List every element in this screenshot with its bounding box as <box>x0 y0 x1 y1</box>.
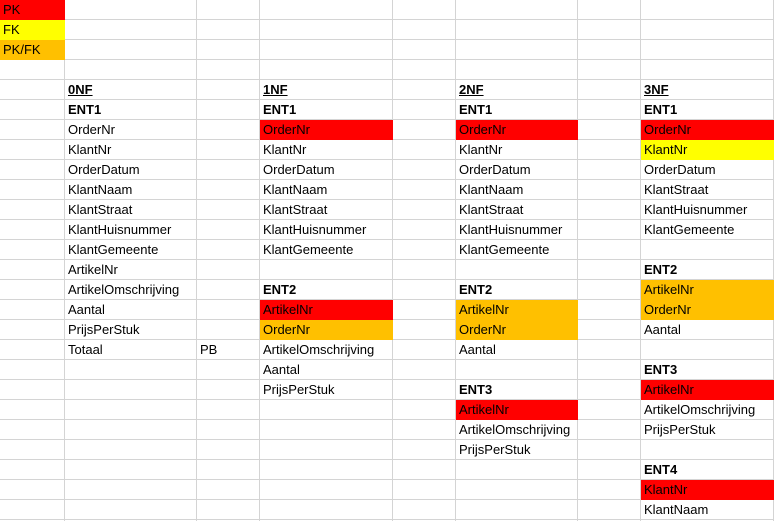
nf3-ent2-field[interactable]: ArtikelNr <box>641 280 774 300</box>
nf3-ent1-field[interactable]: KlantNr <box>641 140 774 160</box>
nf0-field[interactable]: ArtikelOmschrijving <box>65 280 197 300</box>
nf3-ent3-field[interactable]: ArtikelOmschrijving <box>641 400 774 420</box>
nf1-ent2-field[interactable]: ArtikelNr <box>260 300 393 320</box>
nf3-ent3-field[interactable]: ArtikelNr <box>641 380 774 400</box>
nf0-field[interactable]: KlantGemeente <box>65 240 197 260</box>
nf2-ent1-field[interactable]: KlantNaam <box>456 180 578 200</box>
legend-pkfk[interactable]: PK/FK <box>0 40 65 60</box>
nf3-ent1-label[interactable]: ENT1 <box>641 100 774 120</box>
nf1-ent1-field[interactable]: KlantStraat <box>260 200 393 220</box>
spreadsheet-grid[interactable]: PK FK PK/FK 0NF ENT1 OrderNr KlantNr Ord… <box>0 0 774 521</box>
nf1-ent2-field[interactable]: PrijsPerStuk <box>260 380 393 400</box>
nf2-ent2-field[interactable]: OrderNr <box>456 320 578 340</box>
nf2-ent1-field[interactable]: OrderNr <box>456 120 578 140</box>
nf0-field[interactable]: Aantal <box>65 300 197 320</box>
nf2-ent3-label[interactable]: ENT3 <box>456 380 578 400</box>
nf2-ent1-label[interactable]: ENT1 <box>456 100 578 120</box>
nf3-ent1-field[interactable]: OrderNr <box>641 120 774 140</box>
header-3nf[interactable]: 3NF <box>641 80 774 100</box>
nf3-ent3-field[interactable]: PrijsPerStuk <box>641 420 774 440</box>
legend-fk[interactable]: FK <box>0 20 65 40</box>
nf0-field[interactable]: KlantHuisnummer <box>65 220 197 240</box>
nf2-ent3-field[interactable]: PrijsPerStuk <box>456 440 578 460</box>
nf3-ent4-field[interactable]: KlantNaam <box>641 500 774 520</box>
nf2-ent1-field[interactable]: KlantStraat <box>456 200 578 220</box>
nf0-field[interactable]: KlantStraat <box>65 200 197 220</box>
header-1nf[interactable]: 1NF <box>260 80 393 100</box>
nf0-pb-note[interactable]: PB <box>197 340 260 360</box>
nf0-field[interactable]: Totaal <box>65 340 197 360</box>
header-0nf[interactable]: 0NF <box>65 80 197 100</box>
nf2-ent3-field[interactable]: ArtikelOmschrijving <box>456 420 578 440</box>
nf0-field[interactable]: PrijsPerStuk <box>65 320 197 340</box>
nf3-ent1-field[interactable]: KlantGemeente <box>641 220 774 240</box>
nf2-ent3-field[interactable]: ArtikelNr <box>456 400 578 420</box>
nf3-ent4-label[interactable]: ENT4 <box>641 460 774 480</box>
nf1-ent1-field[interactable]: KlantNr <box>260 140 393 160</box>
nf3-ent2-label[interactable]: ENT2 <box>641 260 774 280</box>
nf1-ent1-field[interactable]: OrderDatum <box>260 160 393 180</box>
nf2-ent2-field[interactable]: ArtikelNr <box>456 300 578 320</box>
nf3-ent2-field[interactable]: OrderNr <box>641 300 774 320</box>
nf1-ent2-field[interactable]: ArtikelOmschrijving <box>260 340 393 360</box>
nf1-ent2-field[interactable]: Aantal <box>260 360 393 380</box>
header-2nf[interactable]: 2NF <box>456 80 578 100</box>
nf1-ent2-field[interactable]: OrderNr <box>260 320 393 340</box>
nf0-field[interactable]: OrderDatum <box>65 160 197 180</box>
nf0-field[interactable]: OrderNr <box>65 120 197 140</box>
nf3-ent1-field[interactable]: KlantHuisnummer <box>641 200 774 220</box>
nf2-ent1-field[interactable]: KlantHuisnummer <box>456 220 578 240</box>
nf3-ent4-field[interactable]: KlantNr <box>641 480 774 500</box>
nf0-ent1-label[interactable]: ENT1 <box>65 100 197 120</box>
nf1-ent1-field[interactable]: OrderNr <box>260 120 393 140</box>
row-gridline <box>0 39 774 40</box>
nf0-field[interactable]: KlantNaam <box>65 180 197 200</box>
nf0-field[interactable]: KlantNr <box>65 140 197 160</box>
nf2-ent1-field[interactable]: KlantGemeente <box>456 240 578 260</box>
legend-pk[interactable]: PK <box>0 0 65 20</box>
nf2-ent1-field[interactable]: KlantNr <box>456 140 578 160</box>
nf3-ent2-field[interactable]: Aantal <box>641 320 774 340</box>
nf3-ent1-field[interactable]: KlantStraat <box>641 180 774 200</box>
nf2-ent1-field[interactable]: OrderDatum <box>456 160 578 180</box>
nf1-ent1-label[interactable]: ENT1 <box>260 100 393 120</box>
nf1-ent1-field[interactable]: KlantNaam <box>260 180 393 200</box>
nf3-ent3-label[interactable]: ENT3 <box>641 360 774 380</box>
nf1-ent1-field[interactable]: KlantGemeente <box>260 240 393 260</box>
nf3-ent1-field[interactable]: OrderDatum <box>641 160 774 180</box>
row-gridline <box>0 59 774 60</box>
row-gridline <box>0 19 774 20</box>
nf1-ent2-label[interactable]: ENT2 <box>260 280 393 300</box>
nf0-field[interactable]: ArtikelNr <box>65 260 197 280</box>
nf2-ent2-field[interactable]: Aantal <box>456 340 578 360</box>
nf2-ent2-label[interactable]: ENT2 <box>456 280 578 300</box>
nf1-ent1-field[interactable]: KlantHuisnummer <box>260 220 393 240</box>
